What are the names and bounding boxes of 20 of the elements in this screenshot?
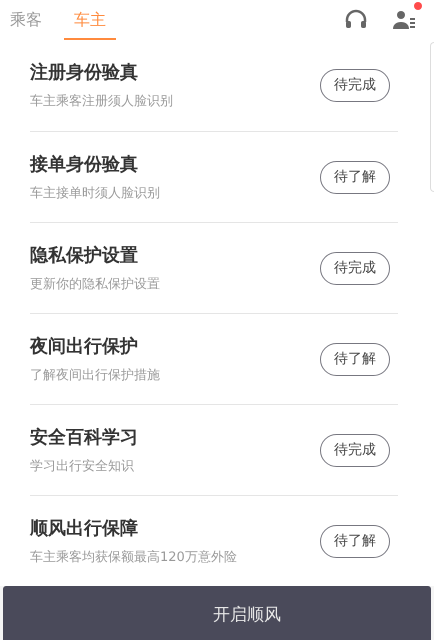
item-title: 顺风出行保障 [30, 516, 139, 541]
item-subtitle: 了解夜间出行保护措施 [30, 366, 161, 385]
item-title: 安全百科学习 [30, 426, 139, 450]
status-button[interactable]: 待完成 [320, 69, 390, 102]
profile-list-icon[interactable] [392, 8, 416, 32]
item-subtitle: 车主接单时须人脸识别 [30, 184, 161, 203]
item-subtitle: 学习出行安全知识 [30, 458, 135, 476]
status-button[interactable]: 待了解 [320, 524, 390, 558]
status-button[interactable]: 待完成 [320, 434, 390, 466]
status-button[interactable]: 待了解 [320, 160, 390, 194]
item-title: 夜间出行保护 [30, 334, 139, 359]
item-subtitle: 更新你的隐私保护设置 [30, 276, 161, 294]
status-button[interactable]: 待完成 [320, 252, 390, 284]
status-button[interactable]: 待了解 [320, 342, 390, 376]
item-title: 隐私保护设置 [30, 244, 139, 268]
item-title: 接单身份验真 [30, 152, 139, 177]
item-subtitle: 车主乘客注册须人脸识别 [30, 93, 174, 112]
item-title: 注册身份验真 [30, 61, 139, 86]
bottom-action-bar[interactable]: 开启顺风 [3, 586, 431, 640]
item-subtitle: 车主乘客均获保额最高120万意外险 [30, 548, 238, 567]
